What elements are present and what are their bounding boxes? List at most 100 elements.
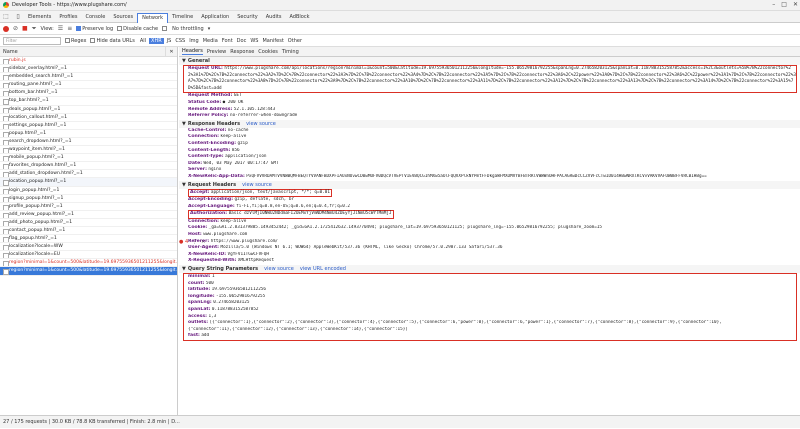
filter-icon[interactable]: ⏷	[32, 25, 37, 33]
request-row[interactable]: add_photo_popup.html?_=1	[0, 219, 177, 227]
general-row-value: ● 200 OK	[222, 99, 244, 105]
filter-type-xhr[interactable]: XHR	[149, 37, 164, 44]
request-header-row-key: Host:	[188, 232, 202, 238]
filter-type-other[interactable]: Other	[287, 38, 303, 44]
throttling-select[interactable]: No throttling	[172, 26, 204, 32]
request-row[interactable]: login_popup.html?_=1	[0, 187, 177, 195]
preserve-log-checkbox[interactable]: Preserve log	[76, 25, 113, 32]
response-header-row-value: Wed, 03 May 2017 00:17:47 GMT	[203, 160, 279, 166]
view-source-link[interactable]: view source	[264, 266, 294, 272]
filter-type-all[interactable]: All	[139, 38, 147, 44]
view-source-link[interactable]: view source	[242, 182, 272, 188]
filter-type-media[interactable]: Media	[202, 38, 219, 44]
view-url-encoded-link[interactable]: view URL encoded	[300, 266, 346, 272]
general-section-header[interactable]: ▼ General	[179, 57, 800, 65]
filter-type-manifest[interactable]: Manifest	[261, 38, 284, 44]
offline-checkbox[interactable]	[162, 25, 168, 32]
capture-screenshots-icon[interactable]: ■	[22, 25, 28, 32]
tab-timeline[interactable]: Timeline	[168, 11, 197, 23]
tab-sources[interactable]: Sources	[109, 11, 137, 23]
query-param-row: longitude: -155.06529816792255	[184, 294, 796, 301]
tab-audits[interactable]: Audits	[262, 11, 286, 23]
view-source-link[interactable]: view source	[246, 121, 276, 127]
detail-tab-preview[interactable]: Preview	[207, 49, 226, 55]
filter-input[interactable]: Filter	[3, 36, 61, 45]
regex-checkbox[interactable]: Regex	[65, 37, 86, 44]
filter-type-img[interactable]: Img	[188, 38, 200, 44]
detail-tab-cookies[interactable]: Cookies	[258, 49, 278, 55]
filter-type-css[interactable]: CSS	[174, 38, 186, 44]
detail-tab-response[interactable]: Response	[230, 49, 254, 55]
request-row[interactable]: settings_popup.html?_=1	[0, 122, 177, 130]
request-row[interactable]: top_bar.html?_=1	[0, 97, 177, 106]
record-button[interactable]	[3, 25, 9, 32]
query-param-row-key: outlets:	[188, 320, 209, 326]
tab-network[interactable]: Network	[137, 12, 168, 23]
request-row[interactable]: add_review_popup.html?_=1	[0, 211, 177, 219]
request-header-row-value: XMLHttpRequest	[237, 258, 275, 264]
request-row[interactable]: localization?locale=WW	[0, 243, 177, 252]
request-row[interactable]: rubin.js	[0, 57, 177, 66]
general-row-value: 52.1.105.128:443	[233, 106, 276, 112]
query-param-row-key: longitude:	[188, 293, 215, 299]
query-param-row: latitude: 19.697559365012112256	[184, 287, 796, 294]
query-params-section-header[interactable]: ▼ Query String Parameters view source view …	[179, 265, 800, 274]
request-headers-section-header[interactable]: ▼ Request Headers view source	[179, 180, 800, 189]
response-headers-section-header[interactable]: ▼ Response Headers view source	[179, 119, 800, 128]
hide-data-urls-checkbox[interactable]: Hide data URLs	[90, 37, 135, 44]
request-row[interactable]: mobile_popup.html?_=1	[0, 154, 177, 163]
request-row[interactable]: profile_popup.html?_=1	[0, 203, 177, 211]
tab-application[interactable]: Application	[197, 11, 233, 23]
maximize-icon[interactable]: □	[781, 1, 787, 8]
filter-type-js[interactable]: JS	[166, 38, 173, 44]
tab-adblock[interactable]: AdBlock	[285, 11, 313, 23]
chevron-down-icon[interactable]: ▾	[208, 26, 211, 32]
request-row[interactable]: signup_popup.html?_=1	[0, 195, 177, 203]
request-row[interactable]: bottom_bar.html?_=1	[0, 89, 177, 98]
request-row[interactable]: region?minimal=1&count=500&latitude=19.6…	[0, 259, 177, 268]
request-row[interactable]: deals_popup.html?_=1	[0, 106, 177, 114]
overview-icon[interactable]: ≡	[67, 25, 72, 32]
request-row[interactable]: popup.html?_=1	[0, 130, 177, 138]
request-detail-pane: Headers Preview Response Cookies Timing ▼ Gen…	[179, 47, 800, 415]
detail-tab-timing[interactable]: Timing	[282, 49, 299, 55]
request-row[interactable]: embedded_search.html?_=1	[0, 73, 177, 82]
request-row[interactable]: location_callout.html?_=1	[0, 114, 177, 122]
filter-type-doc[interactable]: Doc	[236, 38, 248, 44]
close-detail-icon[interactable]: ✕	[165, 47, 177, 56]
query-param-row-key: fast:	[188, 333, 200, 339]
response-header-row: Date: Wed, 03 May 2017 00:17:47 GMT	[179, 161, 800, 168]
request-header-row-key: Accept-Language:	[188, 203, 235, 209]
accept-header-row: Accept: application/json, text/javascrip…	[179, 188, 800, 198]
filter-type-ws[interactable]: WS	[249, 38, 259, 44]
close-icon[interactable]: ✕	[793, 1, 798, 8]
tab-console[interactable]: Console	[81, 11, 109, 23]
request-row[interactable]: location_popup.html?_=1	[0, 178, 177, 187]
request-row[interactable]: sidebar_overlay.html?_=1	[0, 65, 177, 74]
tab-security[interactable]: Security	[233, 11, 262, 23]
request-row[interactable]: search_dropdown.html?_=1	[0, 138, 177, 147]
list-view-icon[interactable]: ☰	[58, 25, 63, 32]
request-row[interactable]: localization?locale=EU	[0, 251, 177, 260]
minimize-icon[interactable]: –	[772, 1, 775, 8]
device-mode-icon[interactable]: ▯	[12, 11, 24, 23]
tab-elements[interactable]: Elements	[24, 11, 55, 23]
request-row[interactable]: add_station_dropdown.html?_=1	[0, 170, 177, 179]
request-row[interactable]: favorites_dropdown.html?_=1	[0, 162, 177, 171]
filter-type-font[interactable]: Font	[221, 38, 234, 44]
request-row[interactable]: region?minimal=1&count=500&latitude=19.6…	[0, 267, 177, 276]
response-header-row: Content-Encoding: gzip	[179, 141, 800, 148]
query-param-row-value: 0.274658203125	[213, 300, 250, 306]
request-row[interactable]: flag_popup.html?_=1	[0, 235, 177, 244]
request-row[interactable]: contact_popup.html?_=1	[0, 227, 177, 236]
clear-icon[interactable]: ⊘	[13, 25, 18, 32]
query-param-row: count: 500	[184, 281, 796, 288]
detail-tab-headers[interactable]: Headers	[182, 48, 203, 55]
inspect-icon[interactable]: ⬚	[0, 11, 12, 23]
general-row-key: Referrer Policy:	[188, 113, 229, 119]
request-row[interactable]: routing_pane.html?_=1	[0, 81, 177, 90]
request-row[interactable]: waypoint_item.html?_=1	[0, 146, 177, 155]
disable-cache-checkbox[interactable]: Disable cache	[117, 25, 158, 32]
tab-profiles[interactable]: Profiles	[55, 11, 81, 23]
name-column-header[interactable]: Name ✕	[0, 47, 177, 57]
